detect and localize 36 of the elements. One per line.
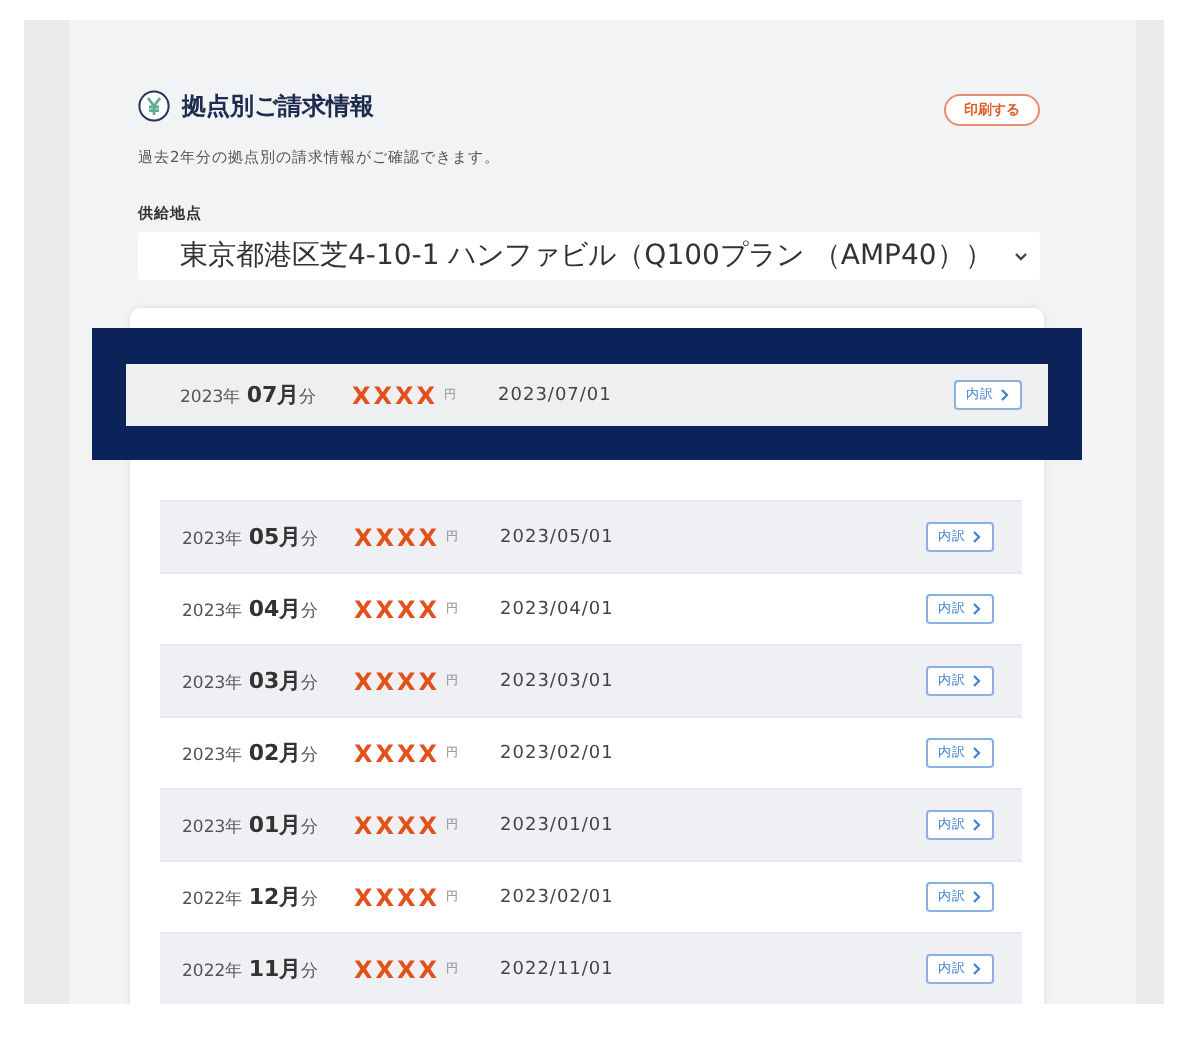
- amount: XXXX: [354, 955, 441, 983]
- billing-month: 2023年 03月分: [182, 666, 322, 696]
- chevron-right-icon: [1000, 388, 1010, 402]
- billing-date: 2023/02/01: [500, 743, 614, 763]
- amount: XXXX: [354, 667, 441, 695]
- billing-month: 2023年 05月分: [182, 522, 322, 552]
- chevron-down-icon: [1014, 251, 1028, 261]
- billing-month: 2023年 02月分: [182, 738, 322, 768]
- billing-month: 2023年 04月分: [182, 594, 322, 624]
- billing-date: 2023/05/01: [500, 527, 614, 547]
- billing-month: 2022年 11月分: [182, 954, 322, 984]
- amount: XXXX: [354, 523, 441, 551]
- supply-point-select[interactable]: 東京都港区芝4-10-1 ハンファビル（Q100プラン （AMP40））: [138, 232, 1040, 280]
- billing-date: 2023/03/01: [500, 671, 614, 691]
- amount: XXXX: [354, 883, 441, 911]
- yen-icon: [138, 90, 170, 122]
- billing-month: 2022年 12月分: [182, 882, 322, 912]
- amount: XXXX: [352, 381, 439, 409]
- chevron-right-icon: [972, 962, 982, 976]
- chevron-right-icon: [972, 818, 982, 832]
- page-title: 拠点別ご請求情報: [182, 89, 374, 123]
- billing-date: 2023/07/01: [498, 385, 612, 405]
- amount: XXXX: [354, 739, 441, 767]
- billing-date: 2023/02/01: [500, 887, 614, 907]
- amount: XXXX: [354, 811, 441, 839]
- billing-date: 2023/01/01: [500, 815, 614, 835]
- chevron-right-icon: [972, 674, 982, 688]
- chevron-right-icon: [972, 890, 982, 904]
- billing-date: 2023/04/01: [500, 599, 614, 619]
- billing-month: 2023年 01月分: [182, 810, 322, 840]
- chevron-right-icon: [972, 530, 982, 544]
- billing-month: 2023年 07月分: [180, 380, 320, 410]
- billing-date: 2022/11/01: [500, 959, 614, 979]
- chevron-right-icon: [972, 746, 982, 760]
- amount: XXXX: [354, 595, 441, 623]
- chevron-right-icon: [972, 602, 982, 616]
